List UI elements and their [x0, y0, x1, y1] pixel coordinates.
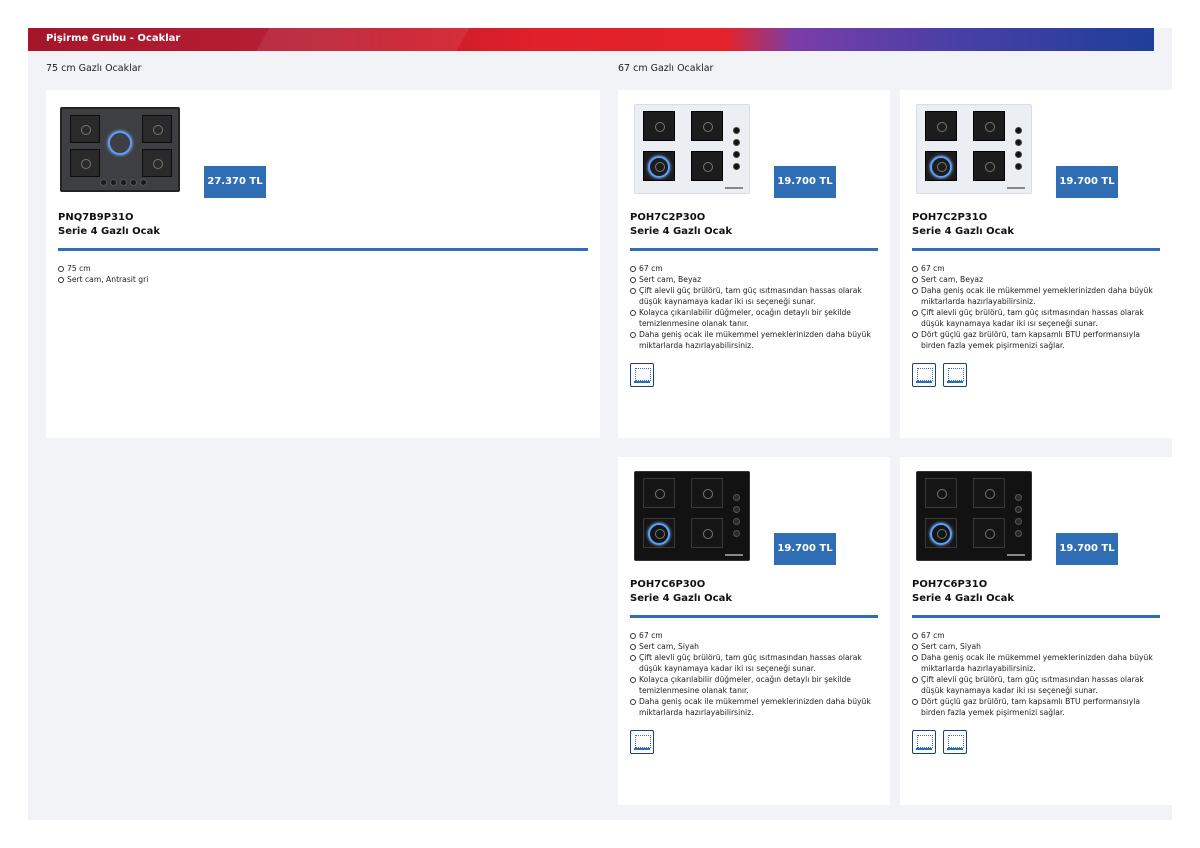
product-card-poh7c6p30o[interactable]: 19.700 TL POH7C6P30O Serie 4 Gazlı Ocak … [618, 457, 890, 805]
feature-item: Çift alevli güç brülörü, tam güç ısıtmas… [630, 652, 880, 674]
feature-badge-icon [630, 730, 654, 754]
feature-item: 67 cm [630, 630, 880, 641]
feature-item: Sert cam, Siyah [630, 641, 880, 652]
feature-item: Çift alevli güç brülörü, tam güç ısıtmas… [912, 674, 1162, 696]
product-model: POH7C2P30O [630, 212, 706, 223]
feature-badge-icon [630, 363, 654, 387]
feature-item: Kolayca çıkarılabilir düğmeler, ocağın d… [630, 307, 880, 329]
feature-badge-icon [912, 363, 936, 387]
product-card-poh7c2p31o[interactable]: 19.700 TL POH7C2P31O Serie 4 Gazlı Ocak … [900, 90, 1172, 438]
feature-item: Sert cam, Siyah [912, 641, 1162, 652]
divider-line [58, 248, 588, 251]
product-series: Serie 4 Gazlı Ocak [912, 226, 1014, 237]
feature-badges [630, 730, 654, 754]
product-series: Serie 4 Gazlı Ocak [58, 226, 160, 237]
price-tag: 19.700 TL [774, 166, 836, 198]
feature-item: Çift alevli güç brülörü, tam güç ısıtmas… [630, 285, 880, 307]
feature-list: 67 cm Sert cam, Beyaz Çift alevli güç br… [630, 263, 880, 351]
feature-item: Sert cam, Antrasit gri [58, 274, 578, 285]
divider-line [630, 615, 878, 618]
black-glass-hob-image [634, 471, 750, 561]
product-series: Serie 4 Gazlı Ocak [912, 593, 1014, 604]
product-card-pnq7b9p31o[interactable]: 27.370 TL PNQ7B9P31O Serie 4 Gazlı Ocak … [46, 90, 600, 438]
white-glass-hob-image [634, 104, 750, 194]
price-tag: 19.700 TL [774, 533, 836, 565]
feature-item: 67 cm [912, 263, 1162, 274]
feature-list: 67 cm Sert cam, Siyah Çift alevli güç br… [630, 630, 880, 718]
product-card-poh7c6p31o[interactable]: 19.700 TL POH7C6P31O Serie 4 Gazlı Ocak … [900, 457, 1172, 805]
product-model: POH7C6P30O [630, 579, 706, 590]
price-tag: 19.700 TL [1056, 533, 1118, 565]
divider-line [912, 248, 1160, 251]
product-card-poh7c2p30o[interactable]: 19.700 TL POH7C2P30O Serie 4 Gazlı Ocak … [618, 90, 890, 438]
feature-item: Daha geniş ocak ile mükemmel yemeklerini… [912, 285, 1162, 307]
section-label-75cm: 75 cm Gazlı Ocaklar [46, 63, 142, 74]
black-glass-hob-image [916, 471, 1032, 561]
product-model: PNQ7B9P31O [58, 212, 134, 223]
feature-item: Sert cam, Beyaz [630, 274, 880, 285]
feature-item: Daha geniş ocak ile mükemmel yemeklerini… [630, 329, 880, 351]
feature-item: 67 cm [912, 630, 1162, 641]
banner-title: Pişirme Grubu - Ocaklar [46, 33, 181, 44]
feature-item: Sert cam, Beyaz [912, 274, 1162, 285]
feature-list: 75 cm Sert cam, Antrasit gri [58, 263, 578, 285]
feature-item: Dört güçlü gaz brülörü, tam kapsamlı BTU… [912, 696, 1162, 718]
divider-line [912, 615, 1160, 618]
divider-line [630, 248, 878, 251]
feature-badges [912, 363, 967, 387]
product-model: POH7C2P31O [912, 212, 988, 223]
section-label-67cm: 67 cm Gazlı Ocaklar [618, 63, 714, 74]
section-banner: Pişirme Grubu - Ocaklar [28, 28, 1154, 51]
feature-item: Çift alevli güç brülörü, tam güç ısıtmas… [912, 307, 1162, 329]
feature-item: 75 cm [58, 263, 578, 274]
feature-list: 67 cm Sert cam, Beyaz Daha geniş ocak il… [912, 263, 1162, 351]
product-series: Serie 4 Gazlı Ocak [630, 226, 732, 237]
feature-list: 67 cm Sert cam, Siyah Daha geniş ocak il… [912, 630, 1162, 718]
feature-item: 67 cm [630, 263, 880, 274]
feature-item: Kolayca çıkarılabilir düğmeler, ocağın d… [630, 674, 880, 696]
feature-item: Daha geniş ocak ile mükemmel yemeklerini… [912, 652, 1162, 674]
price-tag: 19.700 TL [1056, 166, 1118, 198]
product-series: Serie 4 Gazlı Ocak [630, 593, 732, 604]
feature-badge-icon [943, 730, 967, 754]
product-model: POH7C6P31O [912, 579, 988, 590]
antrasit-glass-hob-image [60, 107, 180, 192]
feature-item: Daha geniş ocak ile mükemmel yemeklerini… [630, 696, 880, 718]
feature-badge-icon [943, 363, 967, 387]
feature-item: Dört güçlü gaz brülörü, tam kapsamlı BTU… [912, 329, 1162, 351]
feature-badges [630, 363, 654, 387]
white-glass-hob-image [916, 104, 1032, 194]
feature-badges [912, 730, 967, 754]
feature-badge-icon [912, 730, 936, 754]
price-tag: 27.370 TL [204, 166, 266, 198]
